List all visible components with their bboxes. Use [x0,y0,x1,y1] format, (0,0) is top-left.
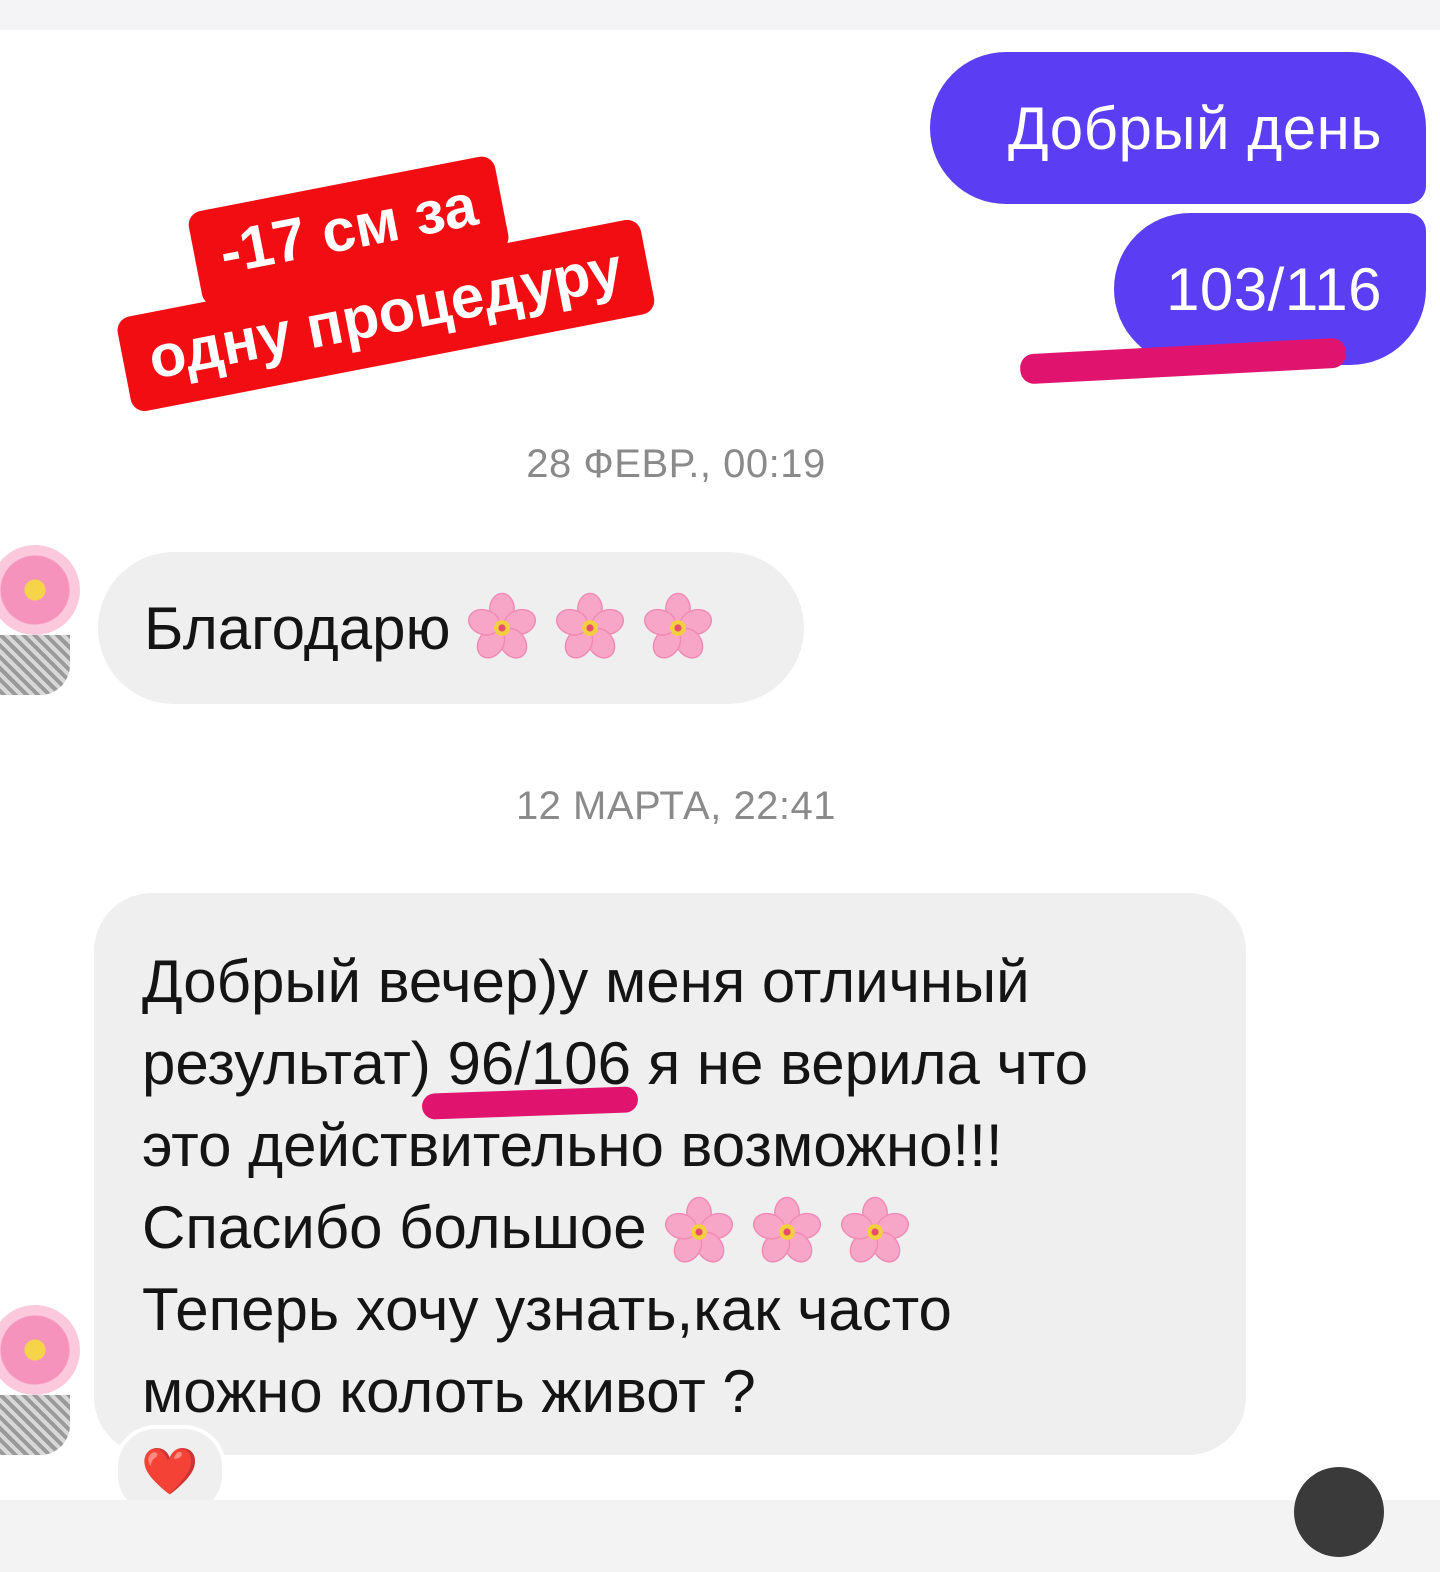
message-text: Благодарю [144,594,451,662]
message-text: Добрый день [1008,94,1382,162]
message-line: Теперь хочу узнать,как часто [142,1276,952,1343]
cherry-blossom-icon [554,592,626,664]
cherry-blossom-icon [839,1196,911,1268]
message-text: 103/116 [1166,255,1382,323]
cherry-blossom-icon [0,1305,80,1395]
avatar[interactable] [0,1305,80,1455]
cherry-blossom-icon [642,592,714,664]
cherry-blossom-icon [466,592,538,664]
message-timestamp: 28 ФЕВР., 00:19 [526,442,826,486]
cherry-blossom-icon [751,1196,823,1268]
outgoing-message[interactable]: Добрый день [930,52,1426,204]
avatar-base [0,635,70,695]
cherry-blossom-icon [663,1196,735,1268]
incoming-message[interactable]: Добрый вечер)у меня отличный результат) … [94,893,1246,1455]
message-timestamp: 12 МАРТА, 22:41 [515,784,837,828]
promo-banner: -17 см за одну процедуру [98,113,742,414]
message-line: это действительно возможно!!! [142,1112,1003,1179]
top-bar [0,0,1440,30]
heart-icon: ❤️ [141,1444,199,1497]
bottom-bar [0,1500,1440,1572]
avatar[interactable] [0,545,80,695]
incoming-message[interactable]: Благодарю [98,552,804,704]
message-line: результат) 96/106 я не верила что [142,1030,1088,1097]
avatar-base [0,1395,70,1455]
message-line: можно колоть живот ? [142,1358,756,1425]
message-text: Спасибо большое [142,1194,647,1261]
cherry-blossom-icon [0,545,80,635]
scroll-down-button[interactable] [1294,1467,1384,1557]
message-line: Добрый вечер)у меня отличный [142,948,1030,1015]
message-line-with-emoji: Спасибо большое [142,1187,1206,1269]
